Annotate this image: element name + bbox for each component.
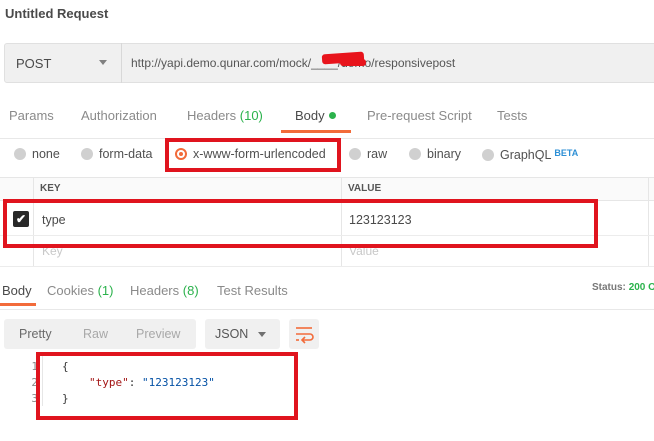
tab-headers[interactable]: Headers (10) bbox=[187, 108, 263, 123]
method-select[interactable]: POST bbox=[4, 43, 122, 83]
row-divider bbox=[0, 266, 654, 267]
url-input[interactable]: http://yapi.demo.qunar.com/mock/____/dem… bbox=[131, 56, 455, 70]
column-key-header: KEY bbox=[40, 183, 61, 194]
radio-none[interactable]: none bbox=[14, 147, 60, 161]
view-preview-button[interactable]: Preview bbox=[136, 327, 180, 341]
radio-icon bbox=[349, 148, 361, 160]
radio-icon bbox=[482, 149, 494, 161]
modified-dot-icon bbox=[328, 112, 336, 119]
method-label: POST bbox=[16, 55, 52, 71]
active-tab-indicator bbox=[0, 303, 36, 306]
wrap-lines-icon bbox=[296, 327, 314, 344]
radio-binary[interactable]: binary bbox=[409, 147, 461, 161]
radio-graphql[interactable]: GraphQL BETA bbox=[482, 144, 578, 162]
headers-label: Headers bbox=[130, 283, 180, 298]
response-tab-headers[interactable]: Headers (8) bbox=[130, 283, 199, 298]
annotation-box bbox=[3, 199, 598, 248]
tab-headers-label: Headers bbox=[187, 108, 237, 123]
radio-icon bbox=[409, 148, 421, 160]
status-readout: Status: 200 O bbox=[592, 282, 654, 293]
view-pretty-button[interactable]: Pretty bbox=[19, 327, 52, 341]
chevron-down-icon bbox=[258, 332, 266, 337]
tab-body-label: Body bbox=[295, 108, 325, 123]
radio-binary-label: binary bbox=[427, 147, 462, 161]
tab-tests[interactable]: Tests bbox=[497, 108, 527, 123]
redaction-mark bbox=[340, 59, 366, 66]
params-table-header bbox=[0, 177, 654, 201]
active-tab-indicator bbox=[281, 130, 351, 133]
radio-icon bbox=[14, 148, 26, 160]
radio-icon bbox=[81, 148, 93, 160]
chevron-down-icon bbox=[99, 60, 107, 65]
format-select-label: JSON bbox=[215, 327, 249, 341]
radio-form-data-label: form-data bbox=[99, 147, 153, 161]
divider bbox=[0, 309, 654, 310]
radio-raw[interactable]: raw bbox=[349, 147, 387, 161]
tab-authorization[interactable]: Authorization bbox=[81, 108, 157, 123]
status-value: 200 O bbox=[628, 282, 654, 293]
annotation-box bbox=[165, 138, 341, 172]
radio-graphql-label: GraphQL bbox=[500, 148, 552, 162]
response-tab-cookies[interactable]: Cookies (1) bbox=[47, 283, 113, 298]
cookies-label: Cookies bbox=[47, 283, 94, 298]
radio-none-label: none bbox=[32, 147, 60, 161]
status-label: Status: bbox=[592, 282, 626, 293]
beta-badge: BETA bbox=[554, 148, 579, 158]
annotation-box bbox=[36, 352, 298, 420]
cookies-count: (1) bbox=[97, 283, 114, 298]
wrap-lines-button[interactable] bbox=[289, 319, 319, 349]
column-value-header: VALUE bbox=[348, 183, 382, 194]
headers-count: (8) bbox=[182, 283, 199, 298]
tab-params[interactable]: Params bbox=[9, 108, 54, 123]
response-tab-body[interactable]: Body bbox=[2, 283, 32, 298]
tab-body[interactable]: Body bbox=[295, 108, 336, 123]
tab-pre-request-script[interactable]: Pre-request Script bbox=[367, 108, 472, 123]
format-select[interactable]: JSON bbox=[205, 319, 280, 349]
request-title[interactable]: Untitled Request bbox=[5, 6, 108, 21]
radio-raw-label: raw bbox=[367, 147, 388, 161]
radio-form-data[interactable]: form-data bbox=[81, 147, 153, 161]
tab-headers-count: (10) bbox=[239, 108, 263, 123]
response-tab-test-results[interactable]: Test Results bbox=[217, 283, 288, 298]
view-raw-button[interactable]: Raw bbox=[83, 327, 108, 341]
column-divider bbox=[648, 177, 649, 267]
